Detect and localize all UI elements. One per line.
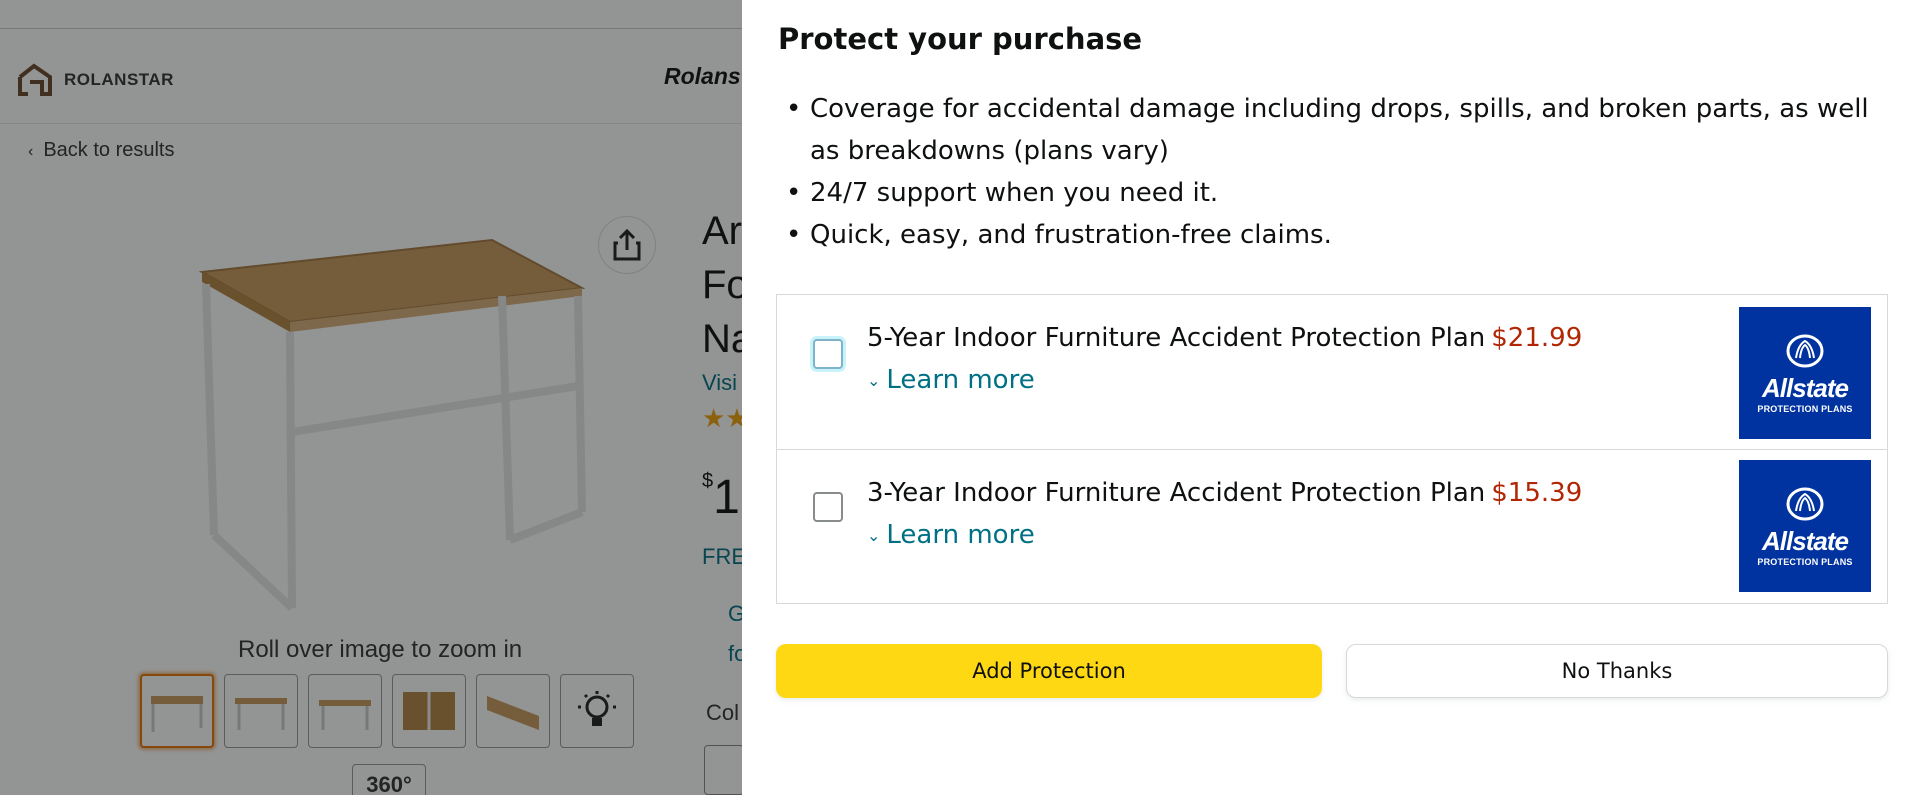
plan-checkbox-3-year[interactable] xyxy=(813,492,843,522)
benefits-list: • Coverage for accidental damage includin… xyxy=(778,88,1898,256)
plan-price: $15.39 xyxy=(1491,478,1583,508)
plan-name: 5-Year Indoor Furniture Accident Protect… xyxy=(867,323,1582,353)
allstate-hands-icon xyxy=(1786,487,1824,520)
add-protection-button[interactable]: Add Protection xyxy=(776,644,1322,698)
benefit-text: Coverage for accidental damage including… xyxy=(810,94,1869,166)
plan-option-3-year: 3-Year Indoor Furniture Accident Protect… xyxy=(777,449,1887,603)
bullet-icon: • xyxy=(786,220,802,250)
allstate-logo: Allstate PROTECTION PLANS xyxy=(1739,307,1871,439)
learn-more-label: Learn more xyxy=(886,365,1035,395)
allstate-name: Allstate xyxy=(1762,525,1849,556)
plan-price: $21.99 xyxy=(1491,323,1583,353)
allstate-subtitle: PROTECTION PLANS xyxy=(1757,556,1853,567)
bullet-icon: • xyxy=(786,94,802,124)
allstate-subtitle: PROTECTION PLANS xyxy=(1757,403,1853,414)
plan-name: 3-Year Indoor Furniture Accident Protect… xyxy=(867,478,1582,508)
learn-more-label: Learn more xyxy=(886,520,1035,550)
allstate-logo: Allstate PROTECTION PLANS xyxy=(1739,460,1871,592)
plan-options: 5-Year Indoor Furniture Accident Protect… xyxy=(776,294,1888,604)
plan-checkbox-5-year[interactable] xyxy=(813,339,843,369)
benefit-text: 24/7 support when you need it. xyxy=(810,178,1219,208)
protection-panel: Protect your purchase • Coverage for acci… xyxy=(742,0,1922,795)
benefit-text: Quick, easy, and frustration-free claims… xyxy=(810,220,1332,250)
learn-more-link[interactable]: ⌄ Learn more xyxy=(867,520,1035,550)
plan-title: 3-Year Indoor Furniture Accident Protect… xyxy=(867,478,1486,508)
panel-title: Protect your purchase xyxy=(778,22,1143,56)
learn-more-link[interactable]: ⌄ Learn more xyxy=(867,365,1035,395)
benefit-item: • 24/7 support when you need it. xyxy=(778,172,1898,214)
plan-option-5-year: 5-Year Indoor Furniture Accident Protect… xyxy=(777,295,1887,449)
chevron-down-icon: ⌄ xyxy=(867,525,881,545)
chevron-down-icon: ⌄ xyxy=(867,370,881,390)
allstate-hands-icon xyxy=(1786,334,1824,367)
plan-title: 5-Year Indoor Furniture Accident Protect… xyxy=(867,323,1486,353)
benefit-item: • Coverage for accidental damage includin… xyxy=(778,88,1898,172)
bullet-icon: • xyxy=(786,178,802,208)
allstate-name: Allstate xyxy=(1762,372,1849,403)
benefit-item: • Quick, easy, and frustration-free claim… xyxy=(778,214,1898,256)
no-thanks-button[interactable]: No Thanks xyxy=(1346,644,1888,698)
